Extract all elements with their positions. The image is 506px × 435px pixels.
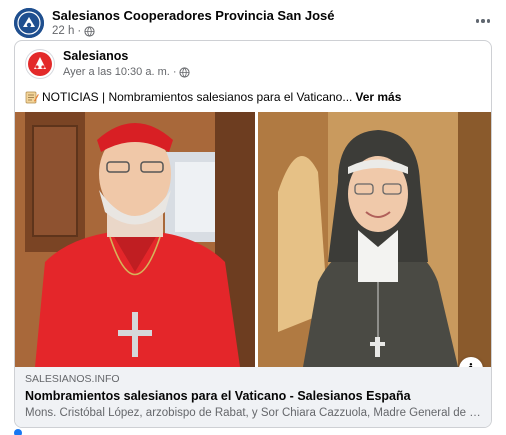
see-more-link[interactable]: Ver más	[355, 90, 401, 104]
globe-icon	[179, 66, 191, 78]
post-header: Salesianos Cooperadores Provincia San Jo…	[14, 8, 494, 38]
link-domain: SALESIANOS.INFO	[25, 373, 120, 385]
meta-separator: ·	[172, 66, 177, 78]
shared-post-card[interactable]: Salesianos Ayer a las 10:30 a. m. · NOTI…	[14, 40, 492, 428]
shared-post-time[interactable]: Ayer a las 10:30 a. m.	[63, 66, 170, 78]
page-avatar[interactable]	[14, 8, 44, 38]
link-preview[interactable]: SALESIANOS.INFO Nombramientos salesianos…	[15, 367, 491, 427]
link-description: Mons. Cristóbal López, arzobispo de Raba…	[25, 407, 483, 419]
shared-post-meta: Ayer a las 10:30 a. m. ·	[63, 66, 191, 78]
post-text: NOTICIAS | Nombramientos salesianos para…	[25, 90, 401, 104]
shared-post-header: Salesianos Ayer a las 10:30 a. m. ·	[25, 49, 465, 79]
page-name[interactable]: Salesianos Cooperadores Provincia San Jo…	[52, 8, 335, 23]
memo-icon	[25, 91, 39, 103]
more-options-icon[interactable]	[472, 12, 494, 30]
status-dot	[14, 429, 22, 435]
shared-page-name[interactable]: Salesianos	[63, 49, 128, 63]
sister-photo[interactable]	[258, 112, 491, 367]
post-meta: 22 h ·	[52, 25, 95, 37]
cardinal-photo[interactable]	[15, 112, 255, 367]
meta-separator: ·	[77, 25, 82, 37]
post-time[interactable]: 22 h	[52, 25, 74, 37]
link-title[interactable]: Nombramientos salesianos para el Vatican…	[25, 389, 483, 403]
globe-icon	[84, 25, 95, 37]
shared-page-avatar[interactable]	[25, 49, 55, 79]
post-text-content: NOTICIAS | Nombramientos salesianos para…	[42, 90, 353, 104]
post-images[interactable]	[15, 112, 491, 367]
